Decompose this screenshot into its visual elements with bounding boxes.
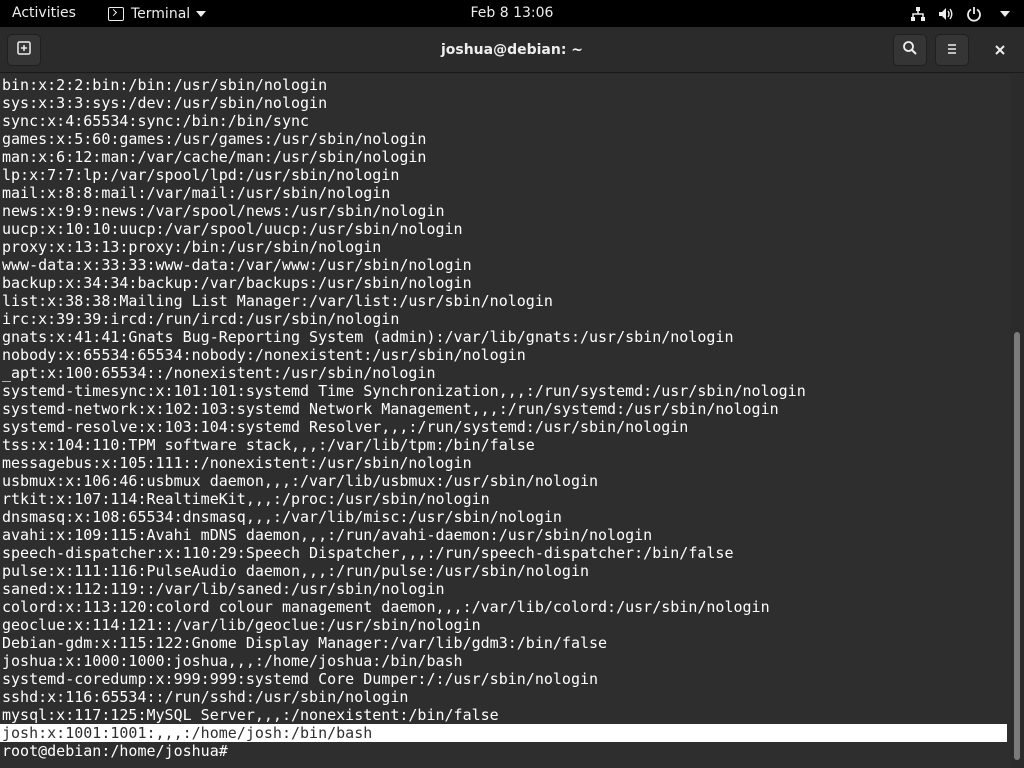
new-tab-button[interactable] <box>7 34 41 66</box>
volume-icon <box>938 6 954 22</box>
terminal-line: systemd-timesync:x:101:101:systemd Time … <box>2 382 806 400</box>
terminal-window: joshua@debian: ~ bin:x:2:2:bin:/bin:/usr… <box>0 27 1024 768</box>
search-icon <box>902 40 918 60</box>
terminal-line: gnats:x:41:41:Gnats Bug-Reporting System… <box>2 328 734 346</box>
menu-button[interactable] <box>935 34 969 66</box>
terminal-line: mail:x:8:8:mail:/var/mail:/usr/sbin/nolo… <box>2 184 391 202</box>
terminal-line: colord:x:113:120:colord colour managemen… <box>2 598 770 616</box>
terminal-line-highlighted: josh:x:1001:1001:,,,:/home/josh:/bin/bas… <box>0 724 1007 742</box>
terminal-line: geoclue:x:114:121::/var/lib/geoclue:/usr… <box>2 616 481 634</box>
terminal-prompt-line: root@debian:/home/joshua# <box>2 742 1007 760</box>
terminal-line: dnsmasq:x:108:65534:dnsmasq,,,:/var/lib/… <box>2 508 562 526</box>
terminal-line: news:x:9:9:news:/var/spool/news:/usr/sbi… <box>2 202 445 220</box>
terminal-line: man:x:6:12:man:/var/cache/man:/usr/sbin/… <box>2 148 427 166</box>
terminal-line: list:x:38:38:Mailing List Manager:/var/l… <box>2 292 553 310</box>
terminal-line: systemd-coredump:x:999:999:systemd Core … <box>2 670 599 688</box>
chevron-down-icon <box>1000 10 1010 17</box>
terminal-line: sync:x:4:65534:sync:/bin:/bin/sync <box>2 112 310 130</box>
terminal-icon <box>108 6 124 21</box>
terminal-lines: bin:x:2:2:bin:/bin:/usr/sbin/nologin sys… <box>0 76 1007 760</box>
power-icon <box>966 6 982 22</box>
terminal-line: speech-dispatcher:x:110:29:Speech Dispat… <box>2 544 734 562</box>
terminal-line: mysql:x:117:125:MySQL Server,,,:/nonexis… <box>2 706 499 724</box>
close-button[interactable] <box>983 34 1017 66</box>
terminal-line: Debian-gdm:x:115:122:Gnome Display Manag… <box>2 634 608 652</box>
terminal-line: lp:x:7:7:lp:/var/spool/lpd:/usr/sbin/nol… <box>2 166 400 184</box>
scrollbar-thumb[interactable] <box>1014 332 1020 760</box>
terminal-line: uucp:x:10:10:uucp:/var/spool/uucp:/usr/s… <box>2 220 463 238</box>
terminal-line: bin:x:2:2:bin:/bin:/usr/sbin/nologin <box>2 76 328 94</box>
clock[interactable]: Feb 8 13:06 <box>471 5 554 21</box>
terminal-line: proxy:x:13:13:proxy:/bin:/usr/sbin/nolog… <box>2 238 382 256</box>
window-title: joshua@debian: ~ <box>440 42 584 58</box>
terminal-line: games:x:5:60:games:/usr/games:/usr/sbin/… <box>2 130 427 148</box>
new-tab-icon <box>16 40 32 60</box>
terminal-line: rtkit:x:107:114:RealtimeKit,,,:/proc:/us… <box>2 490 490 508</box>
terminal-line: pulse:x:111:116:PulseAudio daemon,,,:/ru… <box>2 562 589 580</box>
terminal-prompt: root@debian:/home/joshua# <box>2 742 228 760</box>
activities-button[interactable]: Activities <box>12 0 76 27</box>
terminal-line: _apt:x:100:65534::/nonexistent:/usr/sbin… <box>2 364 436 382</box>
search-button[interactable] <box>893 34 927 66</box>
chevron-down-icon <box>196 10 207 17</box>
system-tray[interactable] <box>910 0 1010 27</box>
terminal-cursor <box>228 742 237 760</box>
terminal-scrollbar[interactable] <box>1010 74 1024 768</box>
hamburger-menu-icon <box>945 41 959 60</box>
network-icon <box>910 6 926 22</box>
app-menu-terminal[interactable]: Terminal <box>108 0 207 27</box>
app-menu-label: Terminal <box>131 5 191 22</box>
terminal-line: irc:x:39:39:ircd:/run/ircd:/usr/sbin/nol… <box>2 310 400 328</box>
terminal-line: systemd-resolve:x:103:104:systemd Resolv… <box>2 418 689 436</box>
header-bar: joshua@debian: ~ <box>0 27 1024 73</box>
terminal-line: backup:x:34:34:backup:/var/backups:/usr/… <box>2 274 472 292</box>
terminal-line: joshua:x:1000:1000:joshua,,,:/home/joshu… <box>2 652 463 670</box>
terminal-line: sshd:x:116:65534::/run/sshd:/usr/sbin/no… <box>2 688 409 706</box>
terminal-line: nobody:x:65534:65534:nobody:/nonexistent… <box>2 346 526 364</box>
close-icon <box>994 41 1006 60</box>
terminal-line: messagebus:x:105:111::/nonexistent:/usr/… <box>2 454 472 472</box>
terminal-line: avahi:x:109:115:Avahi mDNS daemon,,,:/ru… <box>2 526 653 544</box>
terminal-line: tss:x:104:110:TPM software stack,,,:/var… <box>2 436 535 454</box>
terminal-output[interactable]: bin:x:2:2:bin:/bin:/usr/sbin/nologin sys… <box>0 74 1010 768</box>
terminal-line: www-data:x:33:33:www-data:/var/www:/usr/… <box>2 256 472 274</box>
terminal-line: sys:x:3:3:sys:/dev:/usr/sbin/nologin <box>2 94 328 112</box>
terminal-line: saned:x:112:119::/var/lib/saned:/usr/sbi… <box>2 580 445 598</box>
top-bar: Activities Terminal Feb 8 13:06 <box>0 0 1024 27</box>
terminal-line: systemd-network:x:102:103:systemd Networ… <box>2 400 779 418</box>
terminal-line: usbmux:x:106:46:usbmux daemon,,,:/var/li… <box>2 472 599 490</box>
